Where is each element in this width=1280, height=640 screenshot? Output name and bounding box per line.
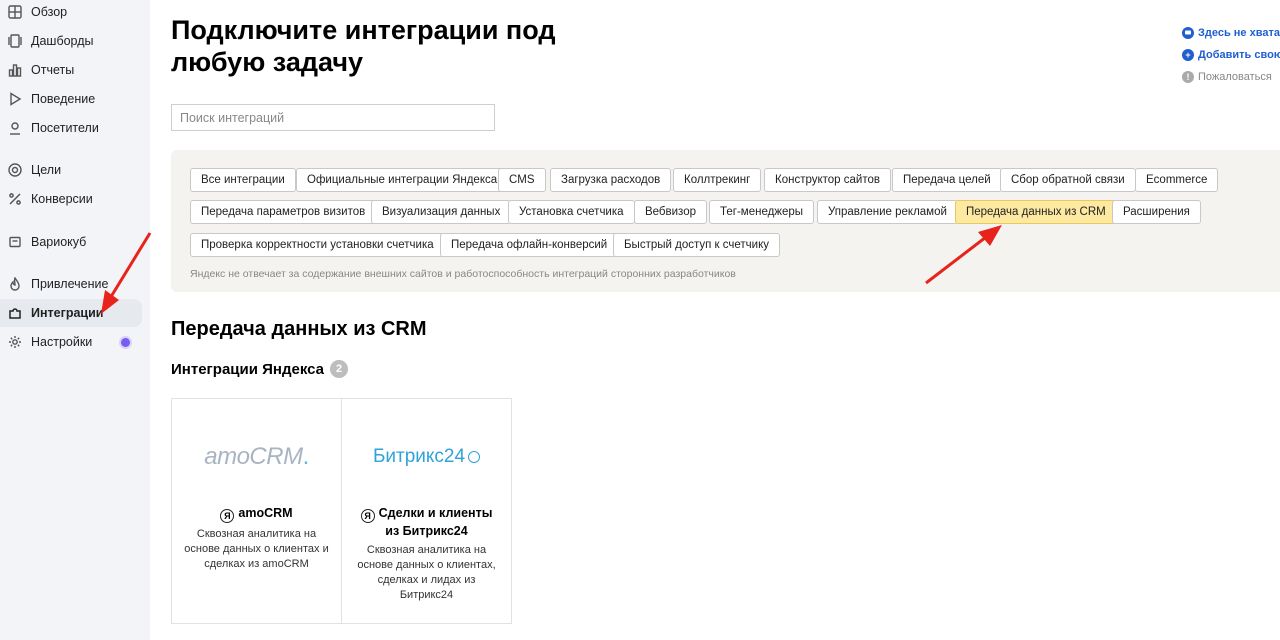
count-badge: 2 bbox=[330, 360, 348, 378]
page-title: Подключите интеграции под любую задачу bbox=[171, 15, 556, 77]
filter-chip[interactable]: CMS bbox=[498, 168, 546, 192]
disclaimer: Яндекс не отвечает за содержание внешних… bbox=[190, 268, 736, 280]
section-title: Передача данных из CRM bbox=[171, 318, 427, 340]
filter-panel: Все интеграции Официальные интеграции Ян… bbox=[171, 150, 1280, 292]
warning-icon: ! bbox=[1182, 71, 1194, 83]
filter-chip[interactable]: Управление рекламой bbox=[817, 200, 958, 224]
sidebar-item-conversions[interactable]: Конверсии bbox=[0, 185, 142, 213]
add-own-link[interactable]: + Добавить свою bbox=[1182, 44, 1280, 66]
filter-chip[interactable]: Ecommerce bbox=[1135, 168, 1219, 192]
sidebar-item-label: Настройки bbox=[31, 335, 93, 349]
filter-chip[interactable]: Установка счетчика bbox=[508, 200, 635, 224]
filter-chip-selected[interactable]: Передача данных из CRM bbox=[955, 200, 1117, 224]
filter-chip[interactable]: Передача параметров визитов bbox=[190, 200, 377, 224]
flame-icon bbox=[8, 277, 22, 291]
sidebar-item-overview[interactable]: Обзор bbox=[0, 0, 142, 26]
missing-integration-link[interactable]: Здесь не хватает bbox=[1182, 22, 1280, 44]
filter-chip[interactable]: Официальные интеграции Яндекса bbox=[296, 168, 509, 192]
filter-chip[interactable]: Визуализация данных bbox=[371, 200, 512, 224]
filter-chip[interactable]: Передача офлайн-конверсий bbox=[440, 233, 619, 257]
sidebar-item-label: Вариокуб bbox=[31, 235, 87, 249]
dashboards-icon bbox=[8, 34, 22, 48]
filter-chip[interactable]: Вебвизор bbox=[634, 200, 707, 224]
filter-chip[interactable]: Конструктор сайтов bbox=[764, 168, 891, 192]
user-icon bbox=[8, 121, 22, 135]
filter-chip[interactable]: Тег-менеджеры bbox=[709, 200, 815, 224]
integration-card-bitrix24[interactable]: Битрикс24 Я Сделки и клиенты из Битрикс24… bbox=[341, 398, 512, 624]
sidebar-item-label: Посетители bbox=[31, 121, 99, 135]
bar-chart-icon bbox=[8, 63, 22, 77]
bitrix24-logo: Битрикс24 bbox=[342, 439, 511, 475]
filter-chip[interactable]: Загрузка расходов bbox=[550, 168, 672, 192]
sidebar-item-label: Интеграции bbox=[31, 306, 104, 320]
plus-circle-icon: + bbox=[1182, 49, 1194, 61]
puzzle-icon bbox=[8, 306, 22, 320]
sidebar-item-dashboards[interactable]: Дашборды bbox=[0, 27, 142, 55]
card-description: Сквозная аналитика на основе данных о кл… bbox=[184, 528, 329, 570]
sidebar-item-variocube[interactable]: Вариокуб bbox=[0, 228, 142, 256]
sidebar-item-behavior[interactable]: Поведение bbox=[0, 85, 142, 113]
card-description: Сквозная аналитика на основе данных о кл… bbox=[357, 544, 496, 601]
subsection-title: Интеграции Яндекса 2 bbox=[171, 360, 348, 378]
integration-card-amocrm[interactable]: amoCRM. ЯamoCRM Сквозная аналитика на ос… bbox=[171, 398, 342, 624]
search-input[interactable] bbox=[171, 104, 495, 131]
card-title: ЯamoCRM bbox=[182, 505, 331, 523]
right-links: Здесь не хватает + Добавить свою ! Пожал… bbox=[1182, 22, 1280, 88]
filter-chip[interactable]: Сбор обратной связи bbox=[1000, 168, 1136, 192]
card-title: Я Сделки и клиенты из Битрикс24 bbox=[352, 505, 501, 539]
chat-icon bbox=[1182, 27, 1194, 39]
grid-icon bbox=[8, 5, 22, 19]
filter-chip[interactable]: Расширения bbox=[1112, 200, 1201, 224]
sidebar-item-label: Конверсии bbox=[31, 192, 93, 206]
percent-icon bbox=[8, 192, 22, 206]
sidebar-item-label: Поведение bbox=[31, 92, 96, 106]
filter-chip[interactable]: Коллтрекинг bbox=[673, 168, 762, 192]
clock-icon bbox=[468, 451, 481, 463]
sidebar-item-label: Дашборды bbox=[31, 34, 94, 48]
filter-chip[interactable]: Все интеграции bbox=[190, 168, 296, 192]
sidebar-item-reports[interactable]: Отчеты bbox=[0, 56, 142, 84]
yandex-badge-icon: Я bbox=[360, 509, 375, 523]
sidebar-item-label: Цели bbox=[31, 163, 62, 177]
yandex-badge-icon: Я bbox=[220, 509, 235, 523]
play-icon bbox=[8, 92, 22, 106]
main-content: Подключите интеграции под любую задачу З… bbox=[171, 0, 1280, 640]
sidebar-item-label: Обзор bbox=[31, 5, 68, 19]
app-root: Обзор Дашборды Отчеты Поведение Посетите… bbox=[0, 0, 1280, 640]
target-icon bbox=[8, 163, 22, 177]
filter-chip[interactable]: Быстрый доступ к счетчику bbox=[613, 233, 780, 257]
filter-chip[interactable]: Передача целей bbox=[892, 168, 1002, 192]
amocrm-logo: amoCRM. bbox=[204, 443, 309, 470]
sidebar-item-visitors[interactable]: Посетители bbox=[0, 114, 142, 142]
sidebar: Обзор Дашборды Отчеты Поведение Посетите… bbox=[0, 0, 150, 640]
sidebar-item-acquisition[interactable]: Привлечение bbox=[0, 270, 142, 298]
sidebar-item-goals[interactable]: Цели bbox=[0, 156, 142, 184]
report-link[interactable]: ! Пожаловаться bbox=[1182, 66, 1280, 88]
sidebar-item-settings[interactable]: Настройки bbox=[0, 328, 142, 356]
cube-icon bbox=[8, 235, 22, 249]
notification-dot bbox=[121, 337, 130, 347]
sidebar-item-label: Отчеты bbox=[31, 63, 75, 77]
gear-icon bbox=[8, 335, 22, 349]
sidebar-item-label: Привлечение bbox=[31, 277, 109, 291]
filter-chip[interactable]: Проверка корректности установки счетчика bbox=[190, 233, 445, 257]
sidebar-item-integrations[interactable]: Интеграции bbox=[0, 299, 142, 327]
